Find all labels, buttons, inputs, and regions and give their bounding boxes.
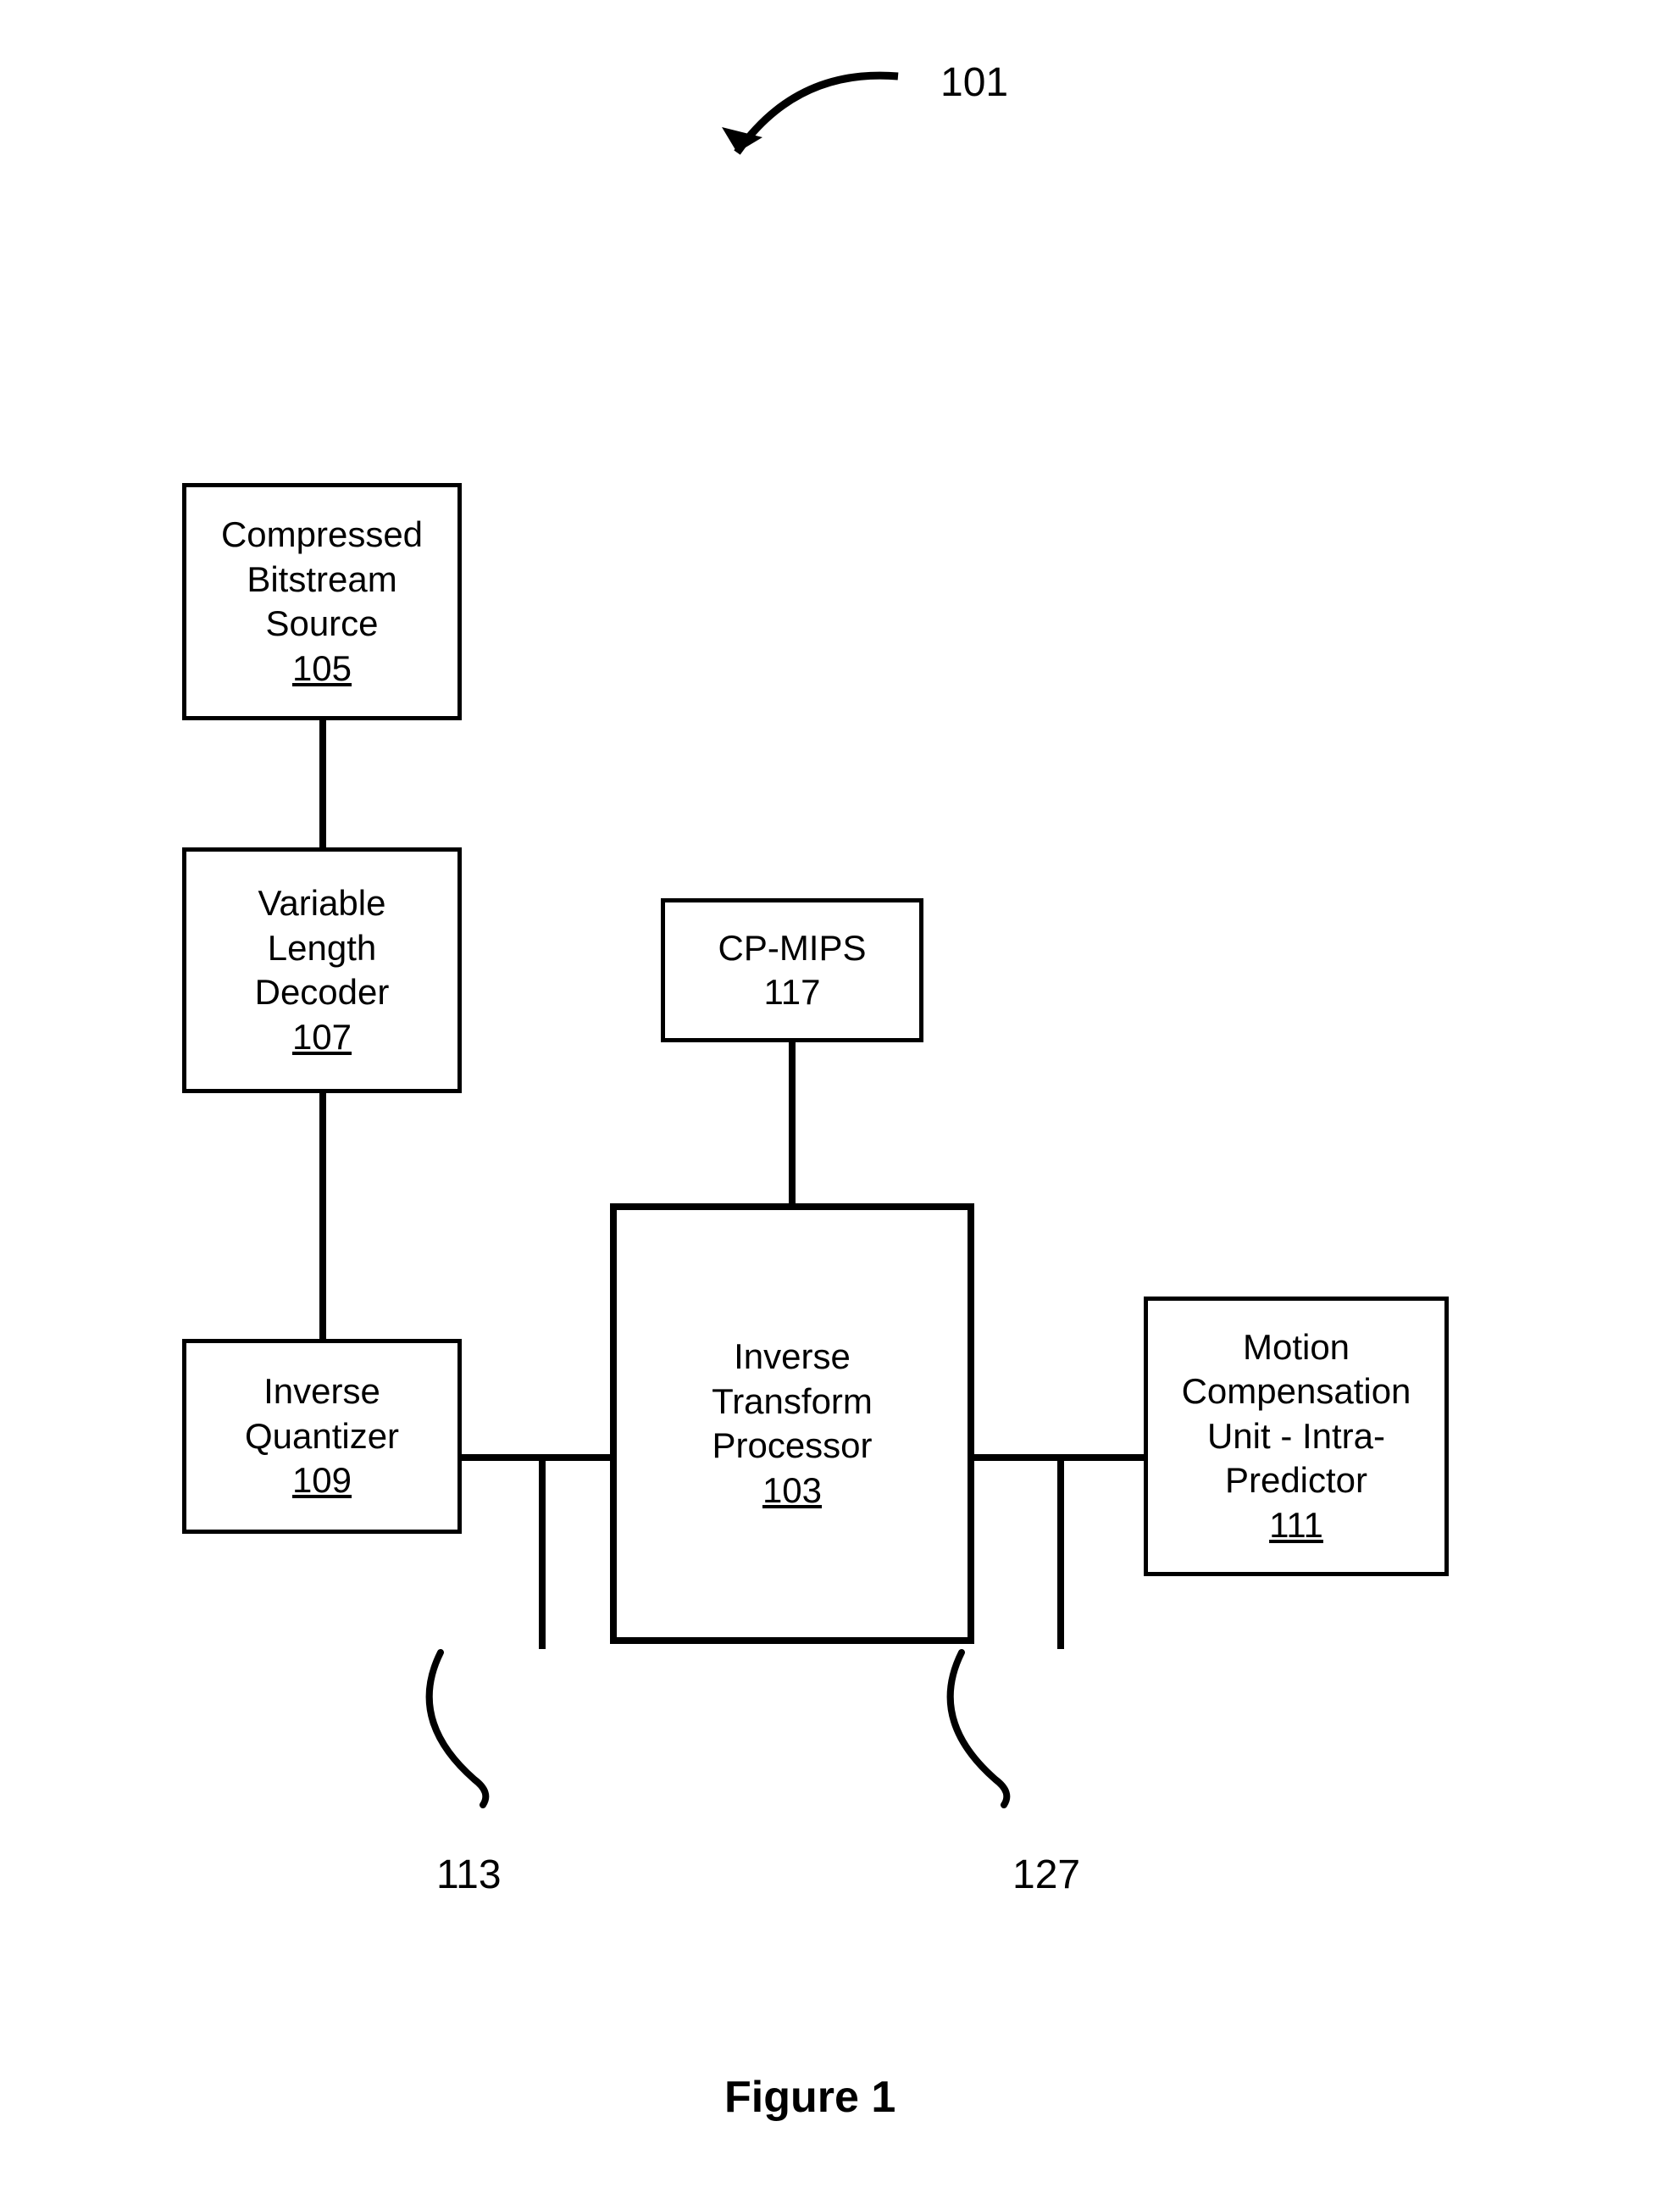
text-source-ref: 105 (292, 647, 352, 691)
text-source-l3: Source (265, 602, 378, 647)
connector-cpmips-itp (789, 1042, 796, 1203)
tick-left (539, 1454, 546, 1649)
text-source-l2: Bitstream (247, 558, 396, 603)
text-itp-l1: Inverse (734, 1335, 851, 1380)
box-inverse-quantizer: Inverse Quantizer 109 (182, 1339, 462, 1534)
pointer-label-113: 113 (436, 1852, 502, 1898)
text-motion-l4: Predictor (1225, 1458, 1367, 1503)
text-motion-l1: Motion (1243, 1325, 1350, 1370)
pointer-arc-left (398, 1644, 568, 1813)
text-motion-l2: Compensation (1182, 1369, 1411, 1414)
box-motion-compensation: Motion Compensation Unit - Intra- Predic… (1144, 1297, 1449, 1576)
pointer-label-127: 127 (1012, 1852, 1080, 1898)
connector-source-decoder (319, 720, 326, 847)
text-quant-l1: Inverse (263, 1369, 380, 1414)
text-quant-ref: 109 (292, 1458, 352, 1503)
text-itp-l3: Processor (712, 1424, 872, 1469)
box-inverse-transform-processor: Inverse Transform Processor 103 (610, 1203, 974, 1644)
text-itp-ref: 103 (762, 1469, 822, 1513)
text-decoder-ref: 107 (292, 1015, 352, 1060)
connector-quant-itp (462, 1454, 610, 1461)
text-itp-l2: Transform (712, 1380, 873, 1424)
box-variable-length-decoder: Variable Length Decoder 107 (182, 847, 462, 1093)
box-cp-mips: CP-MIPS 117 (661, 898, 923, 1042)
text-quant-l2: Quantizer (245, 1414, 399, 1459)
connector-decoder-quantizer (319, 1093, 326, 1339)
box-compressed-bitstream-source: Compressed Bitstream Source 105 (182, 483, 462, 720)
tick-right (1057, 1454, 1064, 1649)
text-decoder-l2: Length (268, 926, 376, 971)
text-motion-l3: Unit - Intra- (1207, 1414, 1385, 1459)
figure-id-label: 101 (940, 59, 1008, 106)
figure-arrow (703, 59, 923, 195)
text-decoder-l3: Decoder (255, 970, 390, 1015)
text-decoder-l1: Variable (258, 881, 386, 926)
text-source-l1: Compressed (221, 513, 423, 558)
text-cpmips-l1: CP-MIPS (718, 926, 866, 971)
figure-caption: Figure 1 (724, 2072, 895, 2123)
text-cpmips-ref: 117 (764, 970, 821, 1015)
text-motion-ref: 111 (1269, 1503, 1323, 1548)
pointer-arc-right (919, 1644, 1089, 1813)
